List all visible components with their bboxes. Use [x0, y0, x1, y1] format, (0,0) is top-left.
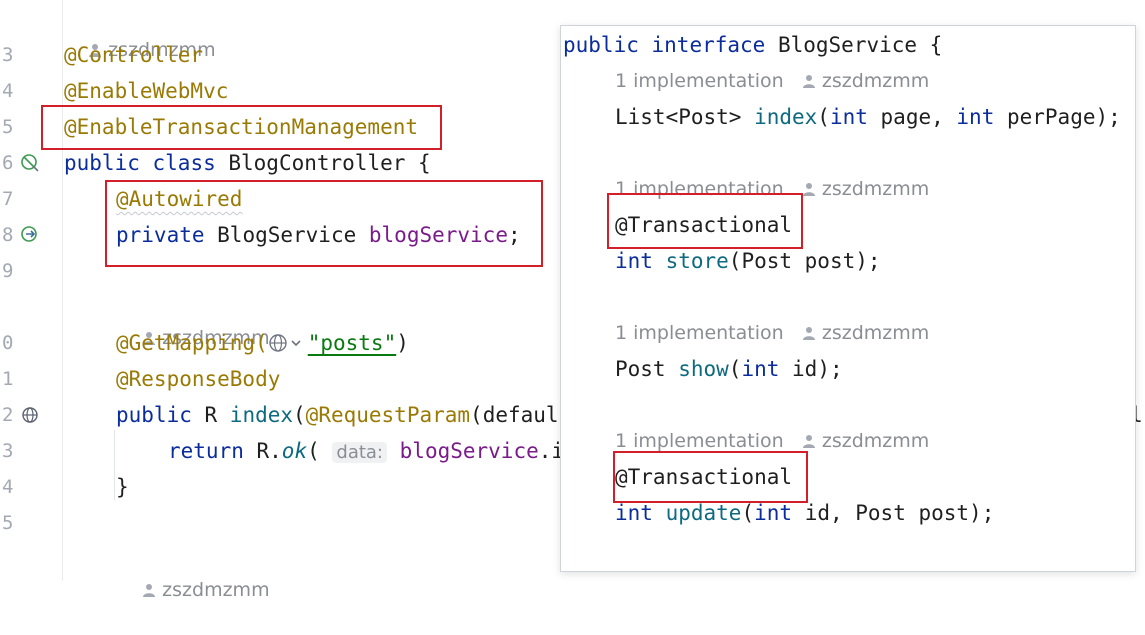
code-line: public class BlogController {: [64, 151, 431, 175]
navigate-gutter-icon[interactable]: [20, 225, 40, 245]
implementation-hint[interactable]: 1 implementation zszdmzmm: [615, 66, 929, 96]
code-line: @EnableWebMvc: [64, 79, 229, 103]
author-hint[interactable]: zszdmzmm: [118, 545, 270, 635]
line-number: 3: [2, 440, 14, 462]
highlight-box: [105, 180, 543, 267]
implementation-hint[interactable]: 1 implementation zszdmzmm: [615, 318, 929, 348]
code-line: public R index(@RequestParam(defaul: [116, 403, 559, 427]
user-icon: [802, 75, 815, 88]
code-line: public interface BlogService {: [563, 33, 943, 57]
globe-icon[interactable]: [268, 333, 308, 353]
code-line: @ResponseBody: [116, 367, 281, 391]
user-icon: [802, 183, 815, 196]
code-line: @GetMapping("posts"): [116, 331, 409, 355]
line-number: 0: [2, 332, 14, 354]
line-number: 1: [2, 368, 14, 390]
line-number: 7: [2, 188, 14, 210]
line-number: 5: [2, 116, 14, 138]
highlight-box: [41, 105, 442, 150]
line-number: 2: [2, 404, 14, 426]
code-line: return R.ok( data: blogService.in: [168, 439, 577, 463]
indent-guide: [114, 430, 115, 500]
user-icon: [143, 584, 156, 597]
line-number: 4: [2, 476, 14, 498]
interface-preview-popup[interactable]: public interface BlogService { 1 impleme…: [560, 25, 1136, 572]
author-name: zszdmzmm: [162, 579, 270, 601]
line-number: 4: [2, 80, 14, 102]
code-line: Post show(int id);: [615, 357, 843, 381]
line-number: 3: [2, 44, 14, 66]
line-number: 9: [2, 260, 14, 282]
code-line: @Controller: [64, 43, 204, 67]
user-icon: [802, 435, 815, 448]
line-number-gutter[interactable]: 3 4 5 6 7 8 9 0 1 2 3 4 5: [0, 0, 63, 581]
line-number: 5: [2, 512, 14, 534]
highlight-box: [613, 451, 808, 503]
parameter-hint: data:: [332, 442, 387, 463]
line-number: 6: [2, 152, 14, 174]
code-line: }: [116, 475, 129, 499]
line-number: 8: [2, 224, 14, 246]
highlight-box: [607, 193, 803, 249]
user-icon: [802, 327, 815, 340]
web-endpoint-gutter-icon[interactable]: [20, 405, 40, 425]
run-gutter-icon[interactable]: [20, 153, 40, 173]
code-line: List<Post> index(int page, int perPage);: [615, 105, 1121, 129]
